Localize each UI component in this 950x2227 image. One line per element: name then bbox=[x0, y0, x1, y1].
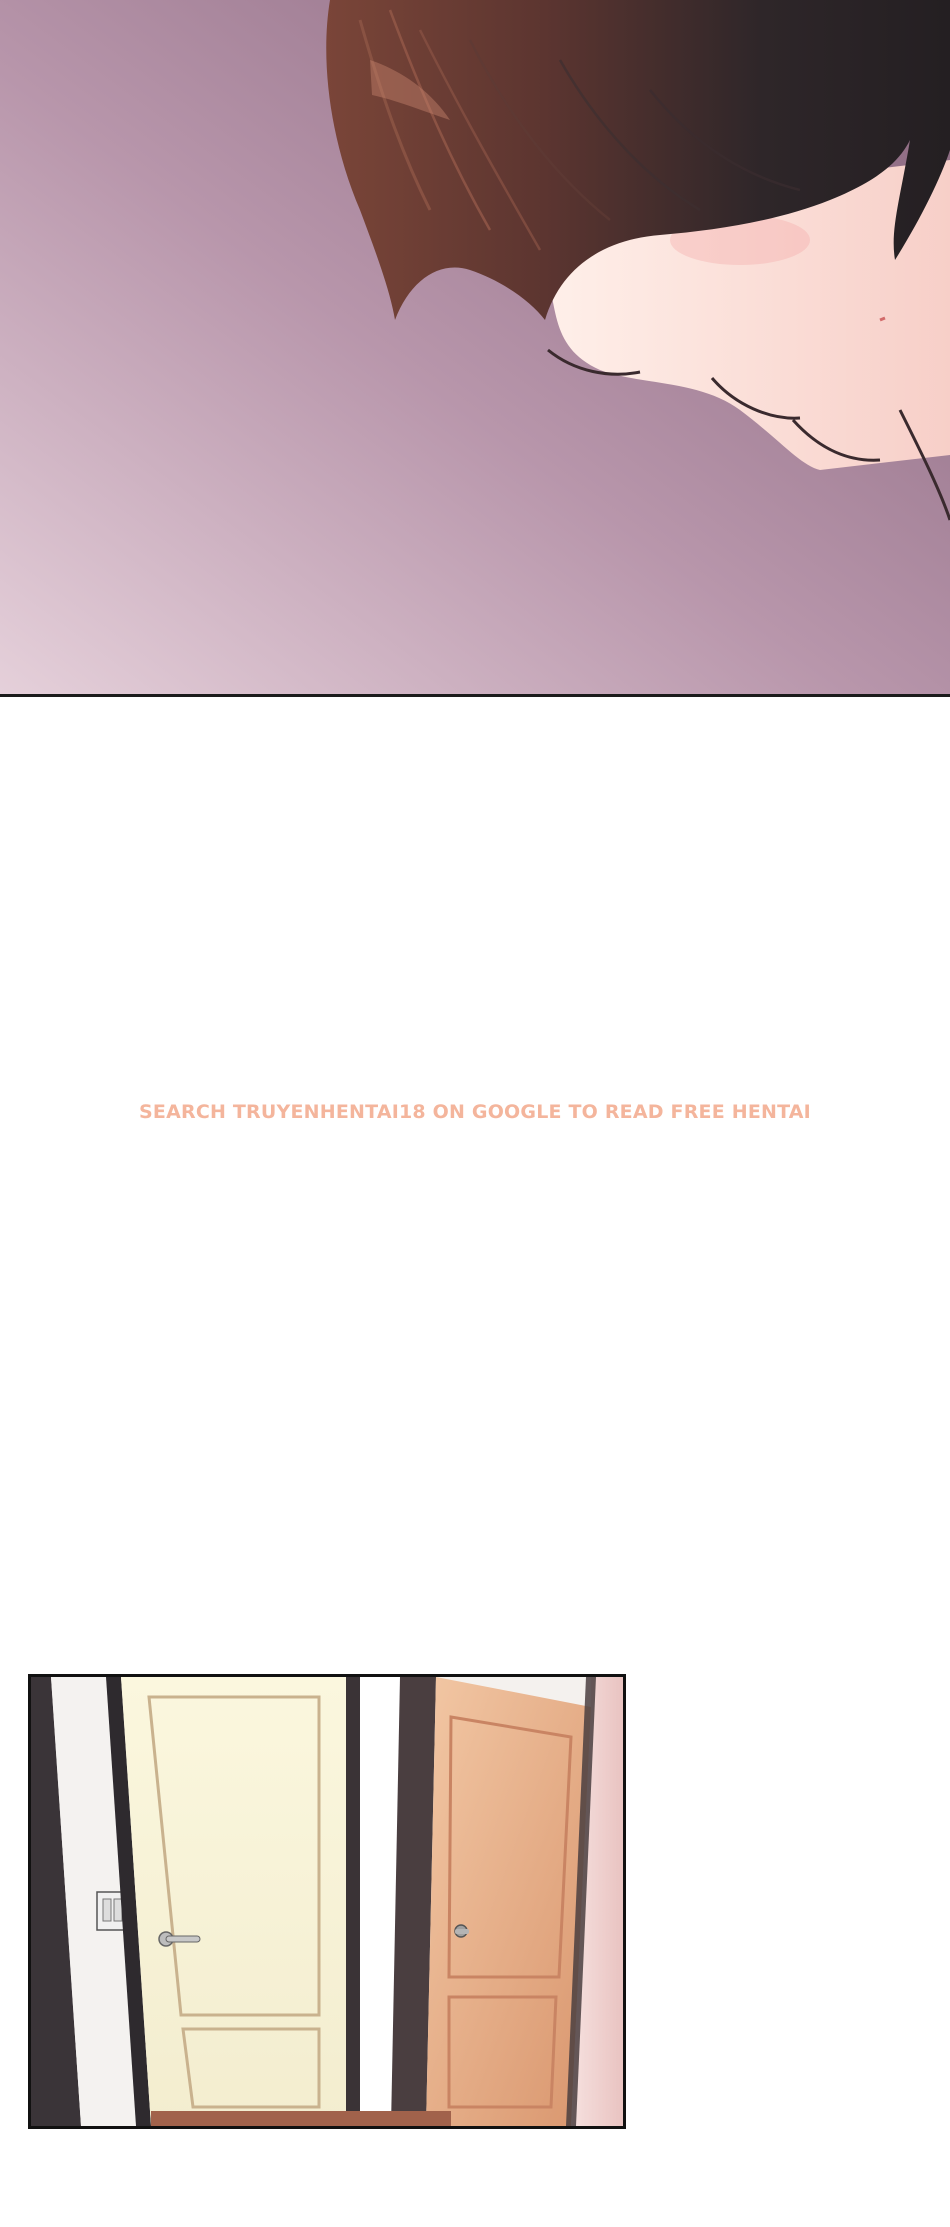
hallway-doors-illustration bbox=[31, 1677, 623, 2126]
character-closeup-illustration bbox=[0, 0, 950, 694]
hallway-doors-panel bbox=[28, 1674, 626, 2129]
watermark-text: SEARCH TRUYENHENTAI18 ON GOOGLE TO READ … bbox=[139, 1101, 811, 1123]
character-closeup-panel bbox=[0, 0, 950, 697]
